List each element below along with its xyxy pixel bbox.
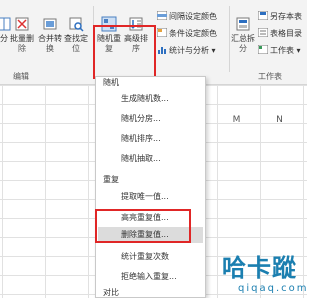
find-locate-sublabel: 位 <box>72 44 80 53</box>
interval-shading-label: 间隔设定颜色 <box>169 12 217 21</box>
group-worksheet-label: 工作表 <box>258 72 282 81</box>
menu-section-repeat: 重复 <box>103 175 119 184</box>
batch-delete-label: 批量删 <box>10 34 34 43</box>
merge-convert-sublabel: 换 <box>46 44 54 53</box>
watermark-logo: 哈卡蹤 qiqaq.com <box>222 248 307 298</box>
summary-split-button[interactable]: 汇总拆 分 <box>229 16 257 54</box>
menu-section-compare: 对比 <box>103 288 119 297</box>
menu-highlight-box <box>95 209 191 243</box>
group-edit-label: 编辑 <box>13 72 29 81</box>
stats-analysis-label: 统计与分析 <box>169 46 209 55</box>
menu-item-reject-duplicate-input[interactable]: 拒绝输入重复... <box>121 269 205 285</box>
save-as-table-icon <box>258 11 268 20</box>
stats-analysis-item[interactable]: 统计与分析 ▾ <box>157 45 216 57</box>
menu-item-random-pick[interactable]: 随机抽取... <box>121 151 205 167</box>
watermark-domain: qiqaq.com <box>238 283 309 294</box>
worksheet-label: 工作表 <box>270 46 294 55</box>
ribbon: 分 批量删 除 合并转 换 查找定 位 随机重 复 高级排 序 间隔设定颜色 条… <box>0 0 307 85</box>
stats-analysis-chevron-icon: ▾ <box>209 46 216 55</box>
merge-convert-icon <box>43 18 57 30</box>
conditional-shading-label: 条件设定颜色 <box>169 29 217 38</box>
batch-delete-icon <box>15 17 29 31</box>
interval-shading-icon <box>157 11 167 20</box>
worksheet-icon <box>258 45 268 54</box>
worksheet-chevron-icon: ▾ <box>294 46 301 55</box>
watermark-glyphs: 哈卡蹤 <box>222 253 297 282</box>
find-locate-button[interactable]: 查找定 位 <box>62 16 90 54</box>
batch-delete-sublabel: 除 <box>18 44 26 53</box>
ribbon-highlight-box <box>93 25 156 79</box>
stats-analysis-icon <box>158 47 166 54</box>
summary-split-sublabel: 分 <box>239 44 247 53</box>
conditional-shading-icon <box>157 28 167 37</box>
menu-item-random-sort[interactable]: 随机排序... <box>121 131 205 147</box>
save-as-table-item[interactable]: 另存本表 <box>258 11 302 23</box>
random-repeat-dropdown-menu: 随机 生成随机数... 随机分房... 随机排序... 随机抽取... 重复 提… <box>95 76 206 298</box>
table-directory-label: 表格目录 <box>270 29 302 38</box>
table-directory-icon <box>258 28 268 37</box>
batch-delete-button[interactable]: 批量删 除 <box>8 16 36 54</box>
find-locate-label: 查找定 <box>64 34 88 43</box>
menu-item-generate-random[interactable]: 生成随机数... <box>121 91 205 107</box>
menu-section-random: 随机 <box>103 78 119 87</box>
conditional-shading-item[interactable]: 条件设定颜色 <box>157 28 217 40</box>
column-header-n[interactable]: N <box>258 113 301 127</box>
summary-split-icon <box>236 17 250 31</box>
merge-convert-button[interactable]: 合并转 换 <box>36 16 64 54</box>
column-header-m[interactable]: M <box>215 113 258 127</box>
save-as-table-label: 另存本表 <box>270 12 302 21</box>
menu-item-count-duplicates[interactable]: 统计重复次数 <box>121 249 205 265</box>
find-locate-icon <box>69 17 84 32</box>
worksheet-item[interactable]: 工作表 ▾ <box>258 45 301 57</box>
table-directory-item[interactable]: 表格目录 <box>258 28 302 40</box>
menu-item-random-room[interactable]: 随机分房... <box>121 111 205 127</box>
summary-split-label: 汇总拆 <box>231 34 255 43</box>
interval-shading-item[interactable]: 间隔设定颜色 <box>157 11 217 23</box>
merge-convert-label: 合并转 <box>38 34 62 43</box>
menu-item-extract-unique[interactable]: 提取唯一值... <box>121 189 205 205</box>
